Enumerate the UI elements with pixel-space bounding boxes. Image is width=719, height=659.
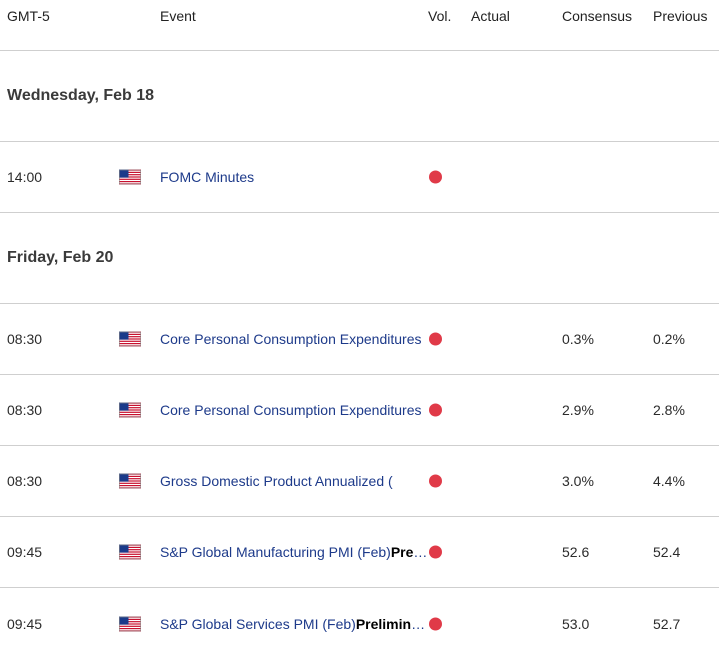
volatility-high-icon (429, 545, 442, 559)
table-row[interactable]: 09:45 S&P Global Services PMI (Feb)Preli… (0, 588, 719, 659)
event-header: Event (160, 8, 196, 24)
volatility-high-icon (429, 617, 442, 630)
timezone-header[interactable]: GMT-5 (7, 8, 50, 24)
consensus-value: 2.9% (562, 402, 594, 418)
us-flag-icon (119, 402, 141, 418)
previous-value: 52.4 (653, 544, 681, 560)
previous-value: 2.8% (653, 402, 685, 418)
event-time: 14:00 (7, 169, 43, 185)
us-flag-icon (119, 331, 141, 347)
volatility-high-icon (429, 474, 442, 488)
table-row[interactable]: 08:30 Core Personal Consumption Expendit… (0, 375, 719, 446)
date-group-header: Wednesday, Feb 18 (0, 51, 719, 142)
previous-value: 0.2% (653, 331, 685, 347)
table-header: GMT-5 Event Vol. Actual Consensus Previo… (0, 0, 719, 51)
table-row[interactable]: 09:45 S&P Global Manufacturing PMI (Feb)… (0, 517, 719, 588)
us-flag-icon (119, 544, 141, 560)
table-row[interactable]: 08:30 Gross Domestic Product Annualized … (0, 446, 719, 517)
event-name-link[interactable]: FOMC Minutes (160, 169, 428, 185)
consensus-value: 52.6 (562, 544, 590, 560)
event-name-link[interactable]: Gross Domestic Product Annualized ( (160, 473, 428, 489)
previous-value: 52.7 (653, 615, 681, 632)
table-row[interactable]: 08:30 Core Personal Consumption Expendit… (0, 304, 719, 375)
date-label: Wednesday, Feb 18 (7, 87, 155, 104)
previous-header: Previous (653, 8, 708, 24)
date-group-header: Friday, Feb 20 (0, 213, 719, 304)
consensus-value: 3.0% (562, 473, 594, 489)
vol-header: Vol. (428, 8, 452, 24)
event-name-link[interactable]: S&P Global Manufacturing PMI (Feb)Prelim… (160, 544, 428, 560)
table-row[interactable]: 14:00 FOMC Minutes (0, 142, 719, 213)
us-flag-icon (119, 169, 141, 185)
event-name-link[interactable]: Core Personal Consumption Expenditures (160, 402, 428, 418)
consensus-value: 0.3% (562, 331, 594, 347)
us-flag-icon (119, 616, 141, 631)
event-name-link[interactable]: Core Personal Consumption Expenditures (160, 331, 428, 347)
volatility-high-icon (429, 403, 442, 417)
event-time: 09:45 (7, 544, 43, 560)
us-flag-icon (119, 473, 141, 489)
date-label: Friday, Feb 20 (7, 249, 114, 266)
event-time: 08:30 (7, 331, 43, 347)
actual-header: Actual (471, 8, 510, 24)
volatility-high-icon (429, 170, 442, 184)
volatility-high-icon (429, 332, 442, 346)
event-time: 09:45 (7, 615, 43, 632)
consensus-value: 53.0 (562, 615, 590, 632)
previous-value: 4.4% (653, 473, 685, 489)
event-time: 08:30 (7, 473, 43, 489)
consensus-header: Consensus (562, 8, 633, 24)
event-name-link[interactable]: S&P Global Services PMI (Feb)Preliminary (160, 616, 428, 632)
event-time: 08:30 (7, 402, 43, 418)
